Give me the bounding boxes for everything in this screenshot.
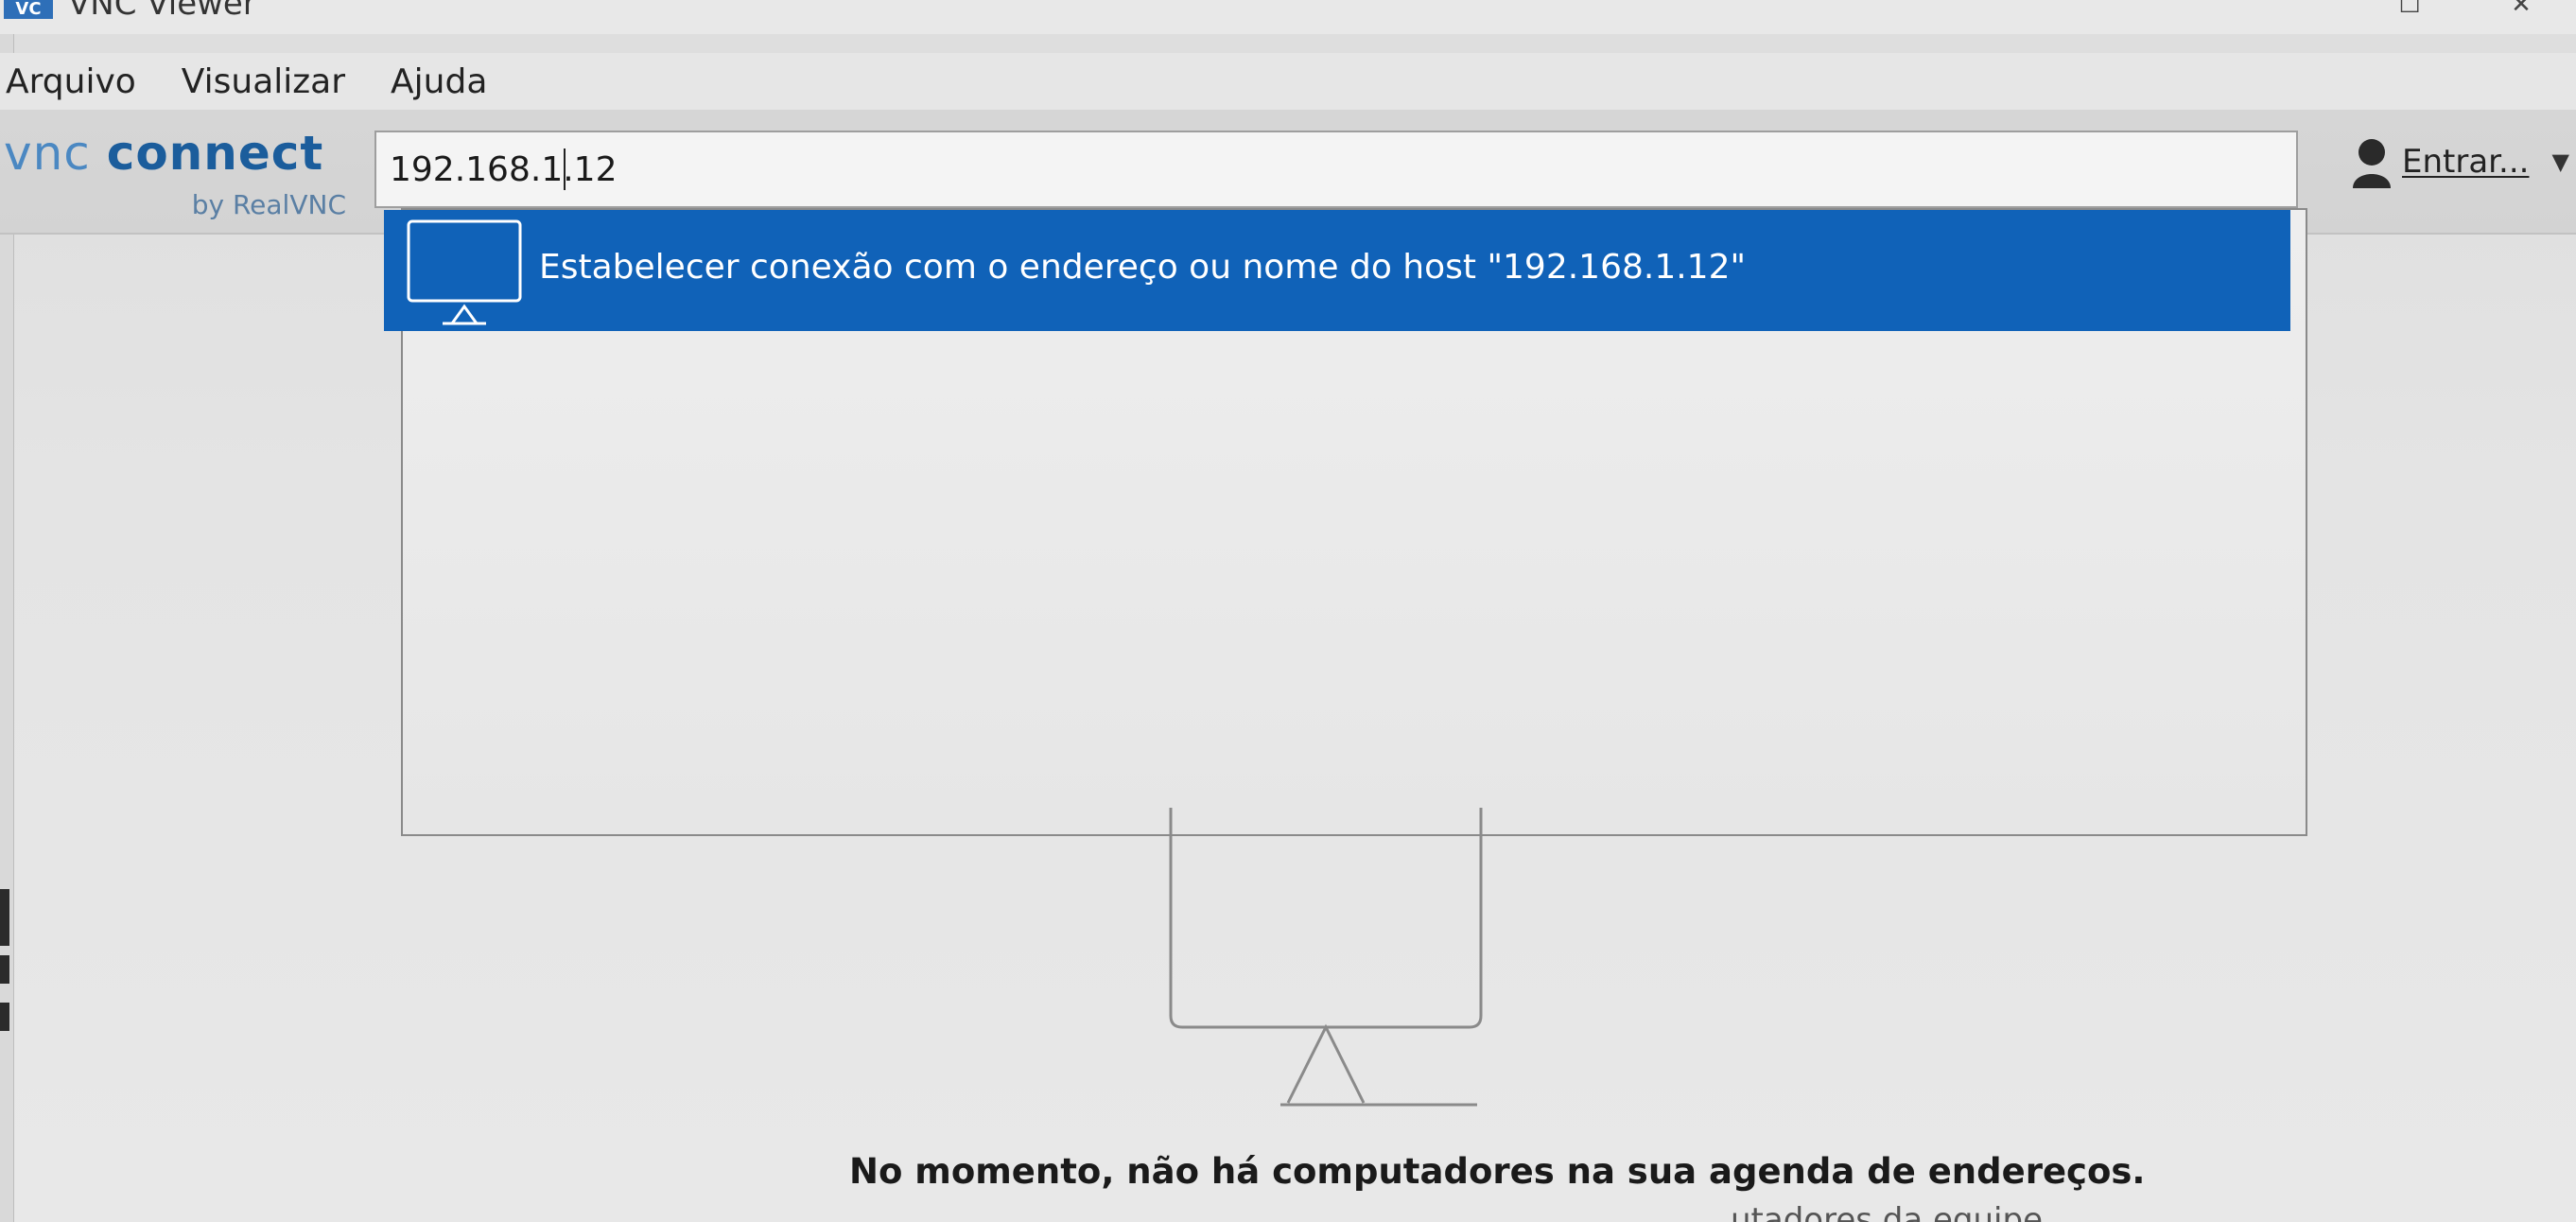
- sign-in-button[interactable]: Entrar... ▼: [2351, 129, 2569, 195]
- edge-mark: [0, 955, 9, 984]
- vnc-viewer-window: VC VNC Viewer ☐ ✕ Arquivo Visualizar Aju…: [0, 0, 2576, 1222]
- empty-address-book-message: No momento, não há computadores na sua a…: [849, 1151, 2146, 1192]
- logo-connect: connect: [106, 126, 324, 181]
- close-icon[interactable]: ✕: [2502, 0, 2540, 19]
- address-suggestions-dropdown: Estabelecer conexão com o endereço ou no…: [384, 208, 2307, 836]
- monitor-icon: [407, 219, 522, 325]
- menu-arquivo[interactable]: Arquivo: [4, 62, 138, 101]
- edge-mark: [0, 1003, 9, 1031]
- text-caret: [564, 148, 566, 190]
- logo-vnc: vnc: [4, 126, 91, 181]
- maximize-icon[interactable]: ☐: [2391, 0, 2428, 19]
- window-title: VNC Viewer: [68, 0, 256, 23]
- address-bar[interactable]: [374, 131, 2298, 208]
- user-icon: [2353, 139, 2391, 188]
- title-bar: VC VNC Viewer ☐ ✕: [0, 0, 2576, 34]
- suggestion-text: Estabelecer conexão com o endereço ou no…: [539, 248, 1747, 287]
- app-icon: VC: [4, 0, 53, 19]
- edge-mark: [0, 889, 9, 946]
- logo-subtitle: by RealVNC: [191, 189, 346, 220]
- menu-bar: Arquivo Visualizar Ajuda: [0, 53, 2576, 110]
- address-input[interactable]: [390, 149, 957, 189]
- chevron-down-icon[interactable]: ▼: [2551, 148, 2568, 175]
- cut-off-text: utadores da equipe: [1731, 1201, 2043, 1222]
- empty-monitor-icon: [1169, 808, 1483, 1107]
- suggestion-connect-host[interactable]: Estabelecer conexão com o endereço ou no…: [384, 210, 2290, 331]
- logo-wordmark: vnc connect: [4, 125, 323, 182]
- sign-in-label[interactable]: Entrar...: [2402, 143, 2529, 181]
- menu-ajuda[interactable]: Ajuda: [389, 62, 489, 101]
- menu-visualizar[interactable]: Visualizar: [180, 62, 347, 101]
- vnc-connect-logo: vnc connect by RealVNC: [4, 125, 354, 229]
